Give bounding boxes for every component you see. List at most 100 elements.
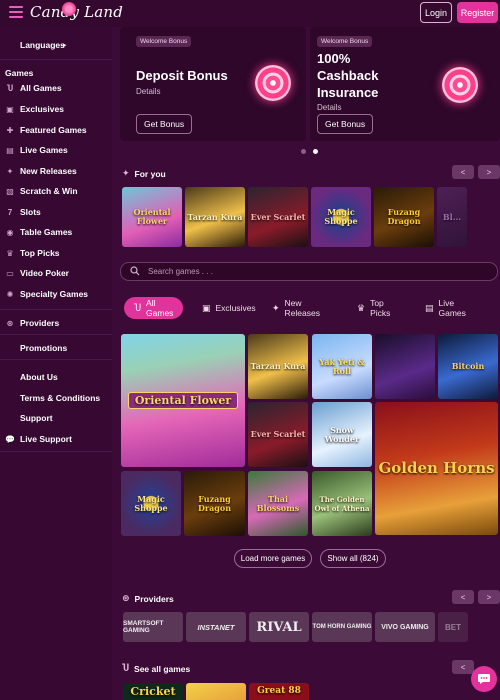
register-button[interactable]: Register — [457, 2, 498, 23]
sidebar-item-table-games[interactable]: ◉ Table Games — [0, 222, 112, 242]
bonus-title-line2: Cashback — [317, 68, 379, 83]
game-tile-title: Thai Blossoms — [256, 493, 300, 513]
game-tile-ever-scarlet[interactable]: Ever Scarlet — [248, 402, 308, 467]
game-thumb-title: Magic Shoppe — [324, 207, 358, 226]
search-input[interactable]: Search games . . . — [120, 262, 498, 281]
sidebar-item-video-poker[interactable]: ▭ Video Poker — [0, 263, 112, 283]
menu-icon[interactable] — [9, 6, 23, 18]
scratch-icon: ▧ — [6, 186, 14, 196]
game-thumb-oriental-flower[interactable]: Oriental Flower — [122, 187, 182, 247]
game-tile-bitcoin[interactable]: Bitcoin — [438, 334, 498, 399]
table-icon: ◉ — [6, 227, 14, 237]
bonus-details-link[interactable]: Details — [136, 87, 160, 96]
game-thumb-great-88[interactable]: Great 88 — [249, 683, 309, 700]
tab-all-games[interactable]: Ⴎ All Games — [124, 297, 184, 319]
bonus-card-cashback[interactable]: Welcome Bonus 100% Cashback Insurance De… — [310, 27, 500, 141]
tab-exclusives[interactable]: ▣ Exclusives — [202, 297, 256, 319]
search-placeholder: Search games . . . — [148, 267, 213, 276]
provider-partial[interactable]: BET — [438, 612, 468, 642]
sidebar-games-block: Games Ⴎ All Games ▣ Exclusives ✚ Featured G… — [0, 60, 112, 310]
trophy-icon: ♛ — [357, 302, 366, 313]
bonus-details-link[interactable]: Details — [317, 103, 341, 112]
sidebar-item-label: Table Games — [20, 227, 73, 237]
bonus-tag: Welcome Bonus — [317, 36, 373, 47]
provider-tom-horn[interactable]: TOM HORN GAMING — [312, 612, 372, 642]
login-button[interactable]: Login — [420, 2, 452, 23]
game-thumb-cricket[interactable]: Cricket — [123, 683, 183, 700]
sidebar-item-top-picks[interactable]: ♛ Top Picks — [0, 243, 112, 263]
game-thumb-partial[interactable]: Bl... — [437, 187, 467, 247]
sidebar-item-terms[interactable]: Terms & Conditions — [0, 388, 112, 408]
sidebar-item-featured-games[interactable]: ✚ Featured Games — [0, 120, 112, 140]
game-thumb-title: Bl... — [442, 211, 462, 222]
game-tile-title: Oriental Flower — [127, 392, 239, 409]
tab-label: Exclusives — [215, 303, 256, 313]
providers-icon: ⊛ — [6, 318, 14, 328]
game-tile-magic-shoppe[interactable]: Magic Shoppe — [121, 471, 181, 536]
main-content: Welcome Bonus Deposit Bonus Details Get … — [112, 27, 500, 700]
game-thumb-title: Ever Scarlet — [250, 211, 306, 222]
sidebar-item-all-games[interactable]: Ⴎ All Games — [0, 78, 112, 98]
see-all-prev-button[interactable]: < — [452, 660, 474, 674]
game-tile-yak-yeti-roll[interactable]: Yak Yeti & Roll — [312, 334, 372, 399]
chat-fab-button[interactable] — [471, 666, 497, 692]
sidebar-item-label: Video Poker — [20, 268, 69, 278]
game-tile-snow-wonder[interactable]: Snow Wonder — [312, 402, 372, 467]
show-all-button[interactable]: Show all (824) — [320, 549, 386, 568]
sidebar-item-label: Featured Games — [20, 125, 87, 135]
game-tile-tarzan-kura[interactable]: Tarzan Kura — [248, 334, 308, 399]
tab-live-games[interactable]: ▤ Live Games — [425, 297, 466, 319]
logo[interactable]: Candy Land — [30, 3, 123, 21]
game-tile-4[interactable] — [375, 334, 435, 399]
carousel-dot[interactable] — [301, 149, 306, 154]
game-thumb-tarzan-kura[interactable]: Tarzan Kura — [185, 187, 245, 247]
game-thumb-2[interactable] — [186, 683, 246, 700]
tab-top-picks[interactable]: ♛ Top Picks — [357, 297, 390, 319]
carousel-dot-active[interactable] — [313, 149, 318, 154]
sidebar-games-heading: Games — [5, 68, 34, 78]
tab-label: All Games — [146, 298, 174, 318]
provider-vivo-gaming[interactable]: VIVO GAMING — [375, 612, 435, 642]
prev-arrow-button[interactable]: < — [452, 165, 474, 179]
get-bonus-button[interactable]: Get Bonus — [136, 114, 193, 134]
sidebar-item-new-releases[interactable]: ✦ New Releases — [0, 161, 112, 181]
providers-prev-button[interactable]: < — [452, 590, 474, 604]
sidebar-item-providers[interactable]: ⊛ Providers — [0, 313, 112, 333]
sidebar-item-languages[interactable]: Languages ▸ — [0, 35, 112, 55]
game-tile-oriental-flower[interactable]: Oriental Flower — [121, 334, 245, 467]
horseshoe-icon: Ⴎ — [6, 83, 14, 93]
game-thumb-fuzang-dragon[interactable]: Fuzang Dragon — [374, 187, 434, 247]
bonus-card-deposit[interactable]: Welcome Bonus Deposit Bonus Details Get … — [120, 27, 306, 141]
tab-new-releases[interactable]: ✦ New Releases — [272, 297, 320, 319]
sidebar-item-label: Live Games — [20, 145, 68, 155]
get-bonus-button[interactable]: Get Bonus — [317, 114, 374, 134]
for-you-title: For you — [134, 168, 166, 179]
sidebar-item-slots[interactable]: 7 Slots — [0, 202, 112, 222]
sidebar-item-specialty-games[interactable]: ✺ Specialty Games — [0, 284, 112, 304]
sidebar-item-live-games[interactable]: ▤ Live Games — [0, 140, 112, 160]
sidebar-item-scratch-win[interactable]: ▧ Scratch & Win — [0, 181, 112, 201]
game-tile-golden-horns[interactable]: Golden Horns — [375, 402, 498, 535]
sidebar-item-support[interactable]: Support — [0, 408, 112, 428]
sidebar-item-exclusives[interactable]: ▣ Exclusives — [0, 99, 112, 119]
game-thumb-ever-scarlet[interactable]: Ever Scarlet — [248, 187, 308, 247]
game-thumb-magic-shoppe[interactable]: Magic Shoppe — [311, 187, 371, 247]
game-tile-title: Tarzan Kura — [250, 361, 306, 371]
sidebar-item-label: Terms & Conditions — [20, 393, 101, 403]
provider-instanet[interactable]: INSTANET — [186, 612, 246, 642]
gear-icon: ✺ — [6, 289, 14, 299]
seven-icon: 7 — [7, 207, 13, 217]
game-thumb-title — [214, 690, 218, 694]
sidebar-item-promotions[interactable]: Promotions — [0, 338, 112, 358]
game-tile-thai-blossoms[interactable]: Thai Blossoms — [248, 471, 308, 536]
trophy-icon: ♛ — [6, 248, 14, 258]
game-tile-fuzang-dragon[interactable]: Fuzang Dragon — [184, 471, 245, 536]
provider-rival[interactable]: RIVAL — [249, 612, 309, 642]
game-tile-golden-owl-athena[interactable]: The Golden Owl of Athena — [312, 471, 372, 536]
sidebar-item-about-us[interactable]: About Us — [0, 367, 112, 387]
sidebar-item-live-support[interactable]: 💬 Live Support — [0, 429, 112, 449]
load-more-games-button[interactable]: Load more games — [234, 549, 312, 568]
next-arrow-button[interactable]: > — [478, 165, 500, 179]
providers-next-button[interactable]: > — [478, 590, 500, 604]
provider-smartsoft[interactable]: SMARTSOFT GAMING — [123, 612, 183, 642]
